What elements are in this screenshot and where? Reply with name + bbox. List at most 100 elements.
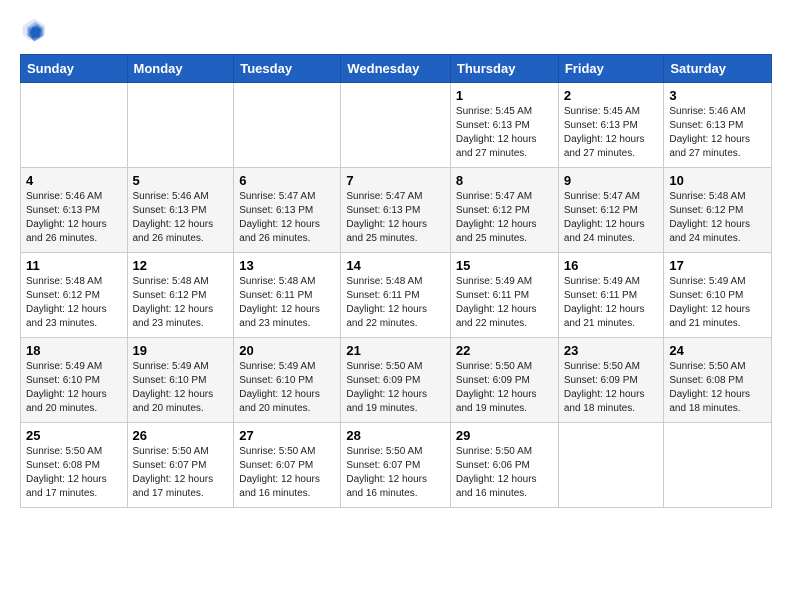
cell-content: Sunrise: 5:50 AMSunset: 6:07 PMDaylight:… <box>346 445 445 501</box>
day-cell <box>558 423 664 508</box>
weekday-header-sunday: Sunday <box>21 55 128 83</box>
day-number: 11 <box>26 258 122 273</box>
header <box>20 16 772 44</box>
day-cell: 7 Sunrise: 5:47 AMSunset: 6:13 PMDaylight… <box>341 168 451 253</box>
day-number: 27 <box>239 428 335 443</box>
day-number: 6 <box>239 173 335 188</box>
cell-content: Sunrise: 5:50 AMSunset: 6:08 PMDaylight:… <box>669 360 766 416</box>
cell-content: Sunrise: 5:45 AMSunset: 6:13 PMDaylight:… <box>456 105 553 161</box>
day-cell: 17 Sunrise: 5:49 AMSunset: 6:10 PMDayligh… <box>664 253 772 338</box>
day-number: 14 <box>346 258 445 273</box>
weekday-header-monday: Monday <box>127 55 234 83</box>
cell-content: Sunrise: 5:50 AMSunset: 6:07 PMDaylight:… <box>133 445 229 501</box>
day-cell: 29Sunrise: 5:50 AMSunset: 6:06 PMDayligh… <box>450 423 558 508</box>
week-row-4: 18 Sunrise: 5:49 AMSunset: 6:10 PMDayligh… <box>21 338 772 423</box>
day-number: 9 <box>564 173 659 188</box>
cell-content: Sunrise: 5:48 AMSunset: 6:11 PMDaylight:… <box>239 275 335 331</box>
day-number: 13 <box>239 258 335 273</box>
day-cell: 1 Sunrise: 5:45 AMSunset: 6:13 PMDaylight… <box>450 83 558 168</box>
day-number: 7 <box>346 173 445 188</box>
logo-icon <box>20 16 48 44</box>
cell-content: Sunrise: 5:45 AMSunset: 6:13 PMDaylight:… <box>564 105 659 161</box>
day-cell <box>664 423 772 508</box>
day-cell: 8 Sunrise: 5:47 AMSunset: 6:12 PMDaylight… <box>450 168 558 253</box>
cell-content: Sunrise: 5:47 AMSunset: 6:12 PMDaylight:… <box>564 190 659 246</box>
day-number: 4 <box>26 173 122 188</box>
day-number: 24 <box>669 343 766 358</box>
day-number: 12 <box>133 258 229 273</box>
cell-content: Sunrise: 5:46 AMSunset: 6:13 PMDaylight:… <box>26 190 122 246</box>
day-number: 23 <box>564 343 659 358</box>
cell-content: Sunrise: 5:48 AMSunset: 6:11 PMDaylight:… <box>346 275 445 331</box>
cell-content: Sunrise: 5:49 AMSunset: 6:10 PMDaylight:… <box>26 360 122 416</box>
cell-content: Sunrise: 5:48 AMSunset: 6:12 PMDaylight:… <box>26 275 122 331</box>
day-number: 20 <box>239 343 335 358</box>
day-number: 22 <box>456 343 553 358</box>
day-cell: 15 Sunrise: 5:49 AMSunset: 6:11 PMDayligh… <box>450 253 558 338</box>
day-number: 25 <box>26 428 122 443</box>
day-number: 18 <box>26 343 122 358</box>
day-cell: 11 Sunrise: 5:48 AMSunset: 6:12 PMDayligh… <box>21 253 128 338</box>
calendar-table: SundayMondayTuesdayWednesdayThursdayFrid… <box>20 54 772 508</box>
day-cell: 9 Sunrise: 5:47 AMSunset: 6:12 PMDaylight… <box>558 168 664 253</box>
week-row-1: 1 Sunrise: 5:45 AMSunset: 6:13 PMDaylight… <box>21 83 772 168</box>
day-cell: 26Sunrise: 5:50 AMSunset: 6:07 PMDayligh… <box>127 423 234 508</box>
cell-content: Sunrise: 5:47 AMSunset: 6:13 PMDaylight:… <box>346 190 445 246</box>
day-number: 17 <box>669 258 766 273</box>
day-cell: 13 Sunrise: 5:48 AMSunset: 6:11 PMDayligh… <box>234 253 341 338</box>
cell-content: Sunrise: 5:50 AMSunset: 6:08 PMDaylight:… <box>26 445 122 501</box>
day-number: 16 <box>564 258 659 273</box>
day-cell: 27 Sunrise: 5:50 AMSunset: 6:07 PMDayligh… <box>234 423 341 508</box>
day-cell: 20Sunrise: 5:49 AMSunset: 6:10 PMDayligh… <box>234 338 341 423</box>
day-number: 10 <box>669 173 766 188</box>
day-number: 21 <box>346 343 445 358</box>
day-cell: 18 Sunrise: 5:49 AMSunset: 6:10 PMDayligh… <box>21 338 128 423</box>
weekday-header-tuesday: Tuesday <box>234 55 341 83</box>
day-cell: 14 Sunrise: 5:48 AMSunset: 6:11 PMDayligh… <box>341 253 451 338</box>
weekday-header-thursday: Thursday <box>450 55 558 83</box>
day-cell <box>341 83 451 168</box>
day-cell: 24 Sunrise: 5:50 AMSunset: 6:08 PMDayligh… <box>664 338 772 423</box>
day-number: 28 <box>346 428 445 443</box>
day-number: 8 <box>456 173 553 188</box>
cell-content: Sunrise: 5:49 AMSunset: 6:10 PMDaylight:… <box>133 360 229 416</box>
week-row-2: 4 Sunrise: 5:46 AMSunset: 6:13 PMDaylight… <box>21 168 772 253</box>
cell-content: Sunrise: 5:49 AMSunset: 6:11 PMDaylight:… <box>456 275 553 331</box>
cell-content: Sunrise: 5:47 AMSunset: 6:12 PMDaylight:… <box>456 190 553 246</box>
day-cell: 23 Sunrise: 5:50 AMSunset: 6:09 PMDayligh… <box>558 338 664 423</box>
day-cell: 19 Sunrise: 5:49 AMSunset: 6:10 PMDayligh… <box>127 338 234 423</box>
day-cell: 12 Sunrise: 5:48 AMSunset: 6:12 PMDayligh… <box>127 253 234 338</box>
day-number: 1 <box>456 88 553 103</box>
day-cell: 6 Sunrise: 5:47 AMSunset: 6:13 PMDaylight… <box>234 168 341 253</box>
day-cell: 10 Sunrise: 5:48 AMSunset: 6:12 PMDayligh… <box>664 168 772 253</box>
cell-content: Sunrise: 5:48 AMSunset: 6:12 PMDaylight:… <box>669 190 766 246</box>
day-number: 19 <box>133 343 229 358</box>
weekday-header-friday: Friday <box>558 55 664 83</box>
week-row-3: 11 Sunrise: 5:48 AMSunset: 6:12 PMDayligh… <box>21 253 772 338</box>
weekday-header-saturday: Saturday <box>664 55 772 83</box>
day-cell: 5Sunrise: 5:46 AMSunset: 6:13 PMDaylight… <box>127 168 234 253</box>
day-cell: 3Sunrise: 5:46 AMSunset: 6:13 PMDaylight… <box>664 83 772 168</box>
cell-content: Sunrise: 5:49 AMSunset: 6:11 PMDaylight:… <box>564 275 659 331</box>
day-cell <box>234 83 341 168</box>
day-cell <box>21 83 128 168</box>
day-number: 2 <box>564 88 659 103</box>
cell-content: Sunrise: 5:49 AMSunset: 6:10 PMDaylight:… <box>669 275 766 331</box>
cell-content: Sunrise: 5:48 AMSunset: 6:12 PMDaylight:… <box>133 275 229 331</box>
day-cell: 21 Sunrise: 5:50 AMSunset: 6:09 PMDayligh… <box>341 338 451 423</box>
day-cell: 16 Sunrise: 5:49 AMSunset: 6:11 PMDayligh… <box>558 253 664 338</box>
cell-content: Sunrise: 5:50 AMSunset: 6:06 PMDaylight:… <box>456 445 553 501</box>
cell-content: Sunrise: 5:50 AMSunset: 6:09 PMDaylight:… <box>456 360 553 416</box>
logo <box>20 16 52 44</box>
day-number: 3 <box>669 88 766 103</box>
day-cell: 4 Sunrise: 5:46 AMSunset: 6:13 PMDaylight… <box>21 168 128 253</box>
cell-content: Sunrise: 5:50 AMSunset: 6:09 PMDaylight:… <box>346 360 445 416</box>
day-cell: 28 Sunrise: 5:50 AMSunset: 6:07 PMDayligh… <box>341 423 451 508</box>
day-number: 15 <box>456 258 553 273</box>
week-row-5: 25 Sunrise: 5:50 AMSunset: 6:08 PMDayligh… <box>21 423 772 508</box>
cell-content: Sunrise: 5:47 AMSunset: 6:13 PMDaylight:… <box>239 190 335 246</box>
day-number: 5 <box>133 173 229 188</box>
cell-content: Sunrise: 5:50 AMSunset: 6:07 PMDaylight:… <box>239 445 335 501</box>
cell-content: Sunrise: 5:50 AMSunset: 6:09 PMDaylight:… <box>564 360 659 416</box>
day-cell: 25 Sunrise: 5:50 AMSunset: 6:08 PMDayligh… <box>21 423 128 508</box>
